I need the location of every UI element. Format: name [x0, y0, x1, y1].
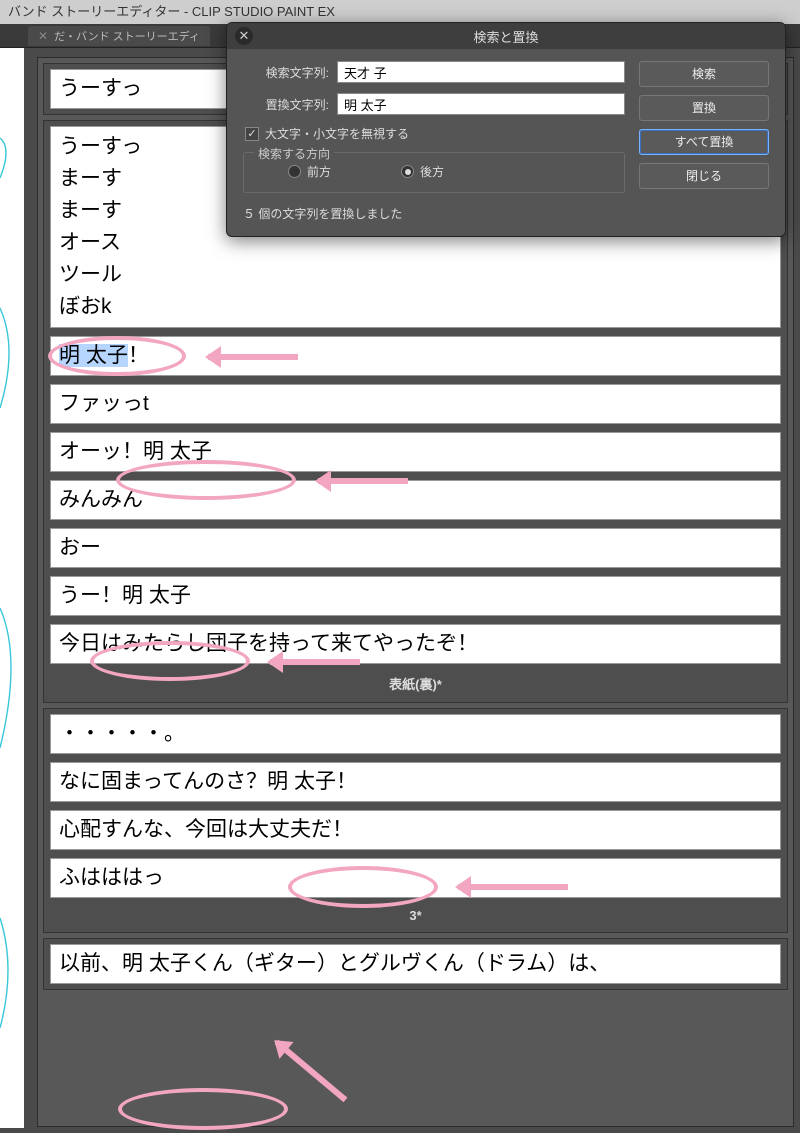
text-box[interactable]: ・・・・・。 — [50, 714, 781, 754]
search-input[interactable] — [337, 61, 625, 83]
dialog-title: 検索と置換 — [227, 27, 785, 46]
replace-button[interactable]: 置換 — [639, 95, 769, 121]
replace-string-label: 置換文字列: — [243, 96, 329, 113]
text-box[interactable]: うー！明 太子 — [50, 576, 781, 616]
direction-backward-radio[interactable]: 後方 — [401, 163, 444, 180]
dialog-titlebar[interactable]: ✕ 検索と置換 — [227, 23, 785, 49]
page-label: 3* — [50, 906, 781, 927]
app-title: バンド ストーリーエディター - CLIP STUDIO PAINT EX — [8, 4, 335, 19]
search-direction-group: 検索する方向 前方 後方 — [243, 152, 625, 193]
canvas-peek — [0, 48, 24, 1128]
replace-status: ５ 個の文字列を置換しました — [243, 205, 625, 222]
selection-highlight: 明 太子 — [59, 344, 128, 367]
text-box[interactable]: オーッ！明 太子 — [50, 432, 781, 472]
text-box[interactable]: 明 太子！ — [50, 336, 781, 376]
story-page: 以前、明 太子くん（ギター）とグルヴくん（ドラム）は、 — [43, 938, 788, 990]
text-box[interactable]: 以前、明 太子くん（ギター）とグルヴくん（ドラム）は、 — [50, 944, 781, 984]
app-titlebar: バンド ストーリーエディター - CLIP STUDIO PAINT EX — [0, 0, 800, 24]
find-replace-dialog: ✕ 検索と置換 検索文字列: 置換文字列: ✓ 大文字・小文字を無視する 検索す… — [226, 22, 786, 237]
close-button[interactable]: 閉じる — [639, 163, 769, 189]
page-label: 表紙(裏)* — [50, 672, 781, 697]
text-box[interactable]: 心配すんな、今回は大丈夫だ！ — [50, 810, 781, 850]
search-string-label: 検索文字列: — [243, 64, 329, 81]
text-box[interactable]: おー — [50, 528, 781, 568]
search-button[interactable]: 検索 — [639, 61, 769, 87]
text-box[interactable]: ふはははっ — [50, 858, 781, 898]
text-box[interactable]: ファッっt — [50, 384, 781, 424]
story-page: ・・・・・。なに固まってんのさ？明 太子！ 心配すんな、今回は大丈夫だ！ ふはははっ… — [43, 708, 788, 933]
document-tab[interactable]: ✕ だ・バンド ストーリーエディ — [28, 26, 210, 46]
close-icon[interactable]: ✕ — [235, 27, 253, 45]
ignore-case-label: 大文字・小文字を無視する — [265, 125, 409, 142]
text-box[interactable]: なに固まってんのさ？明 太子！ — [50, 762, 781, 802]
document-tab-label: だ・バンド ストーリーエディ — [54, 28, 200, 44]
text-box[interactable]: みんみん — [50, 480, 781, 520]
text-box[interactable]: 今日はみたらし団子を持って来てやったぞ！ — [50, 624, 781, 664]
direction-legend: 検索する方向 — [254, 145, 334, 162]
replace-input[interactable] — [337, 93, 625, 115]
replace-all-button[interactable]: すべて置換 — [639, 129, 769, 155]
ignore-case-checkbox[interactable]: ✓ 大文字・小文字を無視する — [245, 125, 625, 142]
direction-forward-radio[interactable]: 前方 — [288, 163, 331, 180]
close-tab-icon[interactable]: ✕ — [38, 29, 48, 43]
